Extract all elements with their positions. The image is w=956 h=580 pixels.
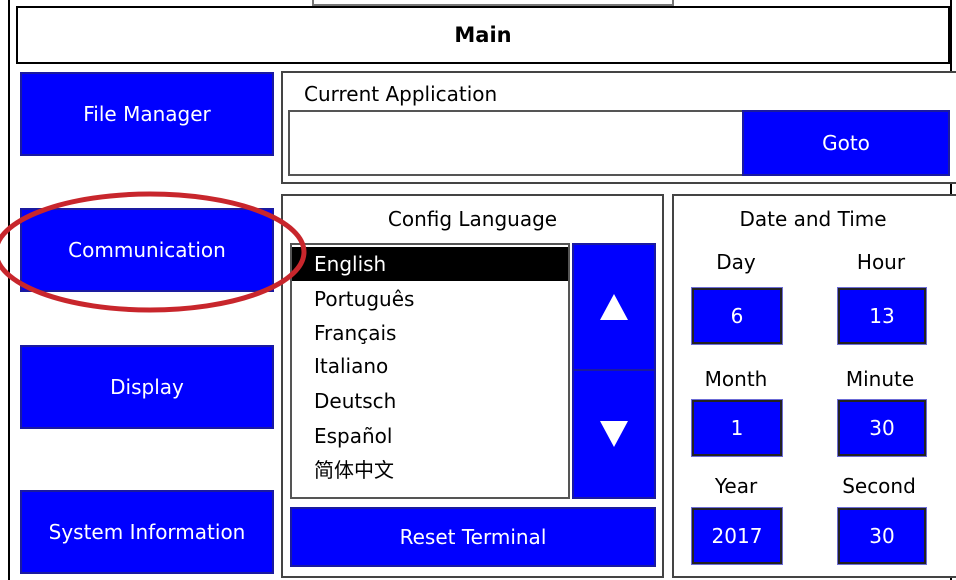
minute-field[interactable]: 30 bbox=[837, 399, 927, 457]
up-triangle-icon bbox=[600, 294, 628, 320]
annotation-highlight-ellipse bbox=[0, 191, 307, 313]
second-field[interactable]: 30 bbox=[837, 507, 927, 565]
language-item[interactable]: Português bbox=[292, 282, 568, 316]
sidebar-item-label: File Manager bbox=[83, 102, 211, 126]
language-label: Português bbox=[314, 287, 415, 311]
language-list[interactable]: English Português Français Italiano Deut… bbox=[290, 243, 570, 499]
language-item[interactable]: 简体中文 bbox=[292, 453, 568, 487]
month-field[interactable]: 1 bbox=[691, 399, 783, 457]
day-label: Day bbox=[716, 250, 756, 274]
hour-field[interactable]: 13 bbox=[837, 287, 927, 345]
header-bar: Main bbox=[16, 6, 950, 64]
language-item[interactable]: Deutsch bbox=[292, 384, 568, 418]
config-language-title: Config Language bbox=[387, 207, 558, 231]
scroll-up-button[interactable] bbox=[572, 243, 656, 371]
day-value: 6 bbox=[730, 304, 744, 328]
minute-label: Minute bbox=[845, 367, 915, 391]
language-item[interactable]: Italiano bbox=[292, 349, 568, 383]
language-label: 简体中文 bbox=[314, 458, 394, 482]
minute-value: 30 bbox=[869, 416, 895, 440]
goto-label: Goto bbox=[822, 131, 870, 155]
year-label: Year bbox=[714, 474, 758, 498]
current-application-field[interactable] bbox=[288, 110, 744, 176]
language-item[interactable]: Français bbox=[292, 316, 568, 350]
language-label: Italiano bbox=[314, 354, 389, 378]
sidebar-item-display[interactable]: Display bbox=[20, 345, 274, 429]
date-time-title: Date and Time bbox=[739, 207, 887, 231]
sidebar-item-file-manager[interactable]: File Manager bbox=[20, 72, 274, 156]
language-label: Español bbox=[314, 424, 393, 448]
month-value: 1 bbox=[730, 416, 744, 440]
sidebar-item-system-information[interactable]: System Information bbox=[20, 490, 274, 574]
language-label: Français bbox=[314, 321, 397, 345]
language-label: Deutsch bbox=[314, 389, 397, 413]
language-label: English bbox=[314, 252, 387, 276]
goto-button[interactable]: Goto bbox=[742, 110, 950, 176]
hour-value: 13 bbox=[869, 304, 895, 328]
year-field[interactable]: 2017 bbox=[691, 507, 783, 565]
current-application-label: Current Application bbox=[304, 82, 498, 106]
month-label: Month bbox=[704, 367, 768, 391]
hour-label: Hour bbox=[856, 250, 906, 274]
second-label: Second bbox=[842, 474, 916, 498]
year-value: 2017 bbox=[711, 524, 763, 548]
language-item[interactable]: English bbox=[292, 247, 568, 281]
scroll-down-button[interactable] bbox=[572, 369, 656, 499]
sidebar-item-label: System Information bbox=[48, 520, 246, 544]
reset-terminal-label: Reset Terminal bbox=[399, 525, 547, 549]
down-triangle-icon bbox=[600, 421, 628, 447]
sidebar-item-label: Display bbox=[110, 375, 184, 399]
day-field[interactable]: 6 bbox=[691, 287, 783, 345]
second-value: 30 bbox=[869, 524, 895, 548]
reset-terminal-button[interactable]: Reset Terminal bbox=[290, 507, 656, 567]
page-title: Main bbox=[454, 23, 512, 47]
language-item[interactable]: Español bbox=[292, 419, 568, 453]
